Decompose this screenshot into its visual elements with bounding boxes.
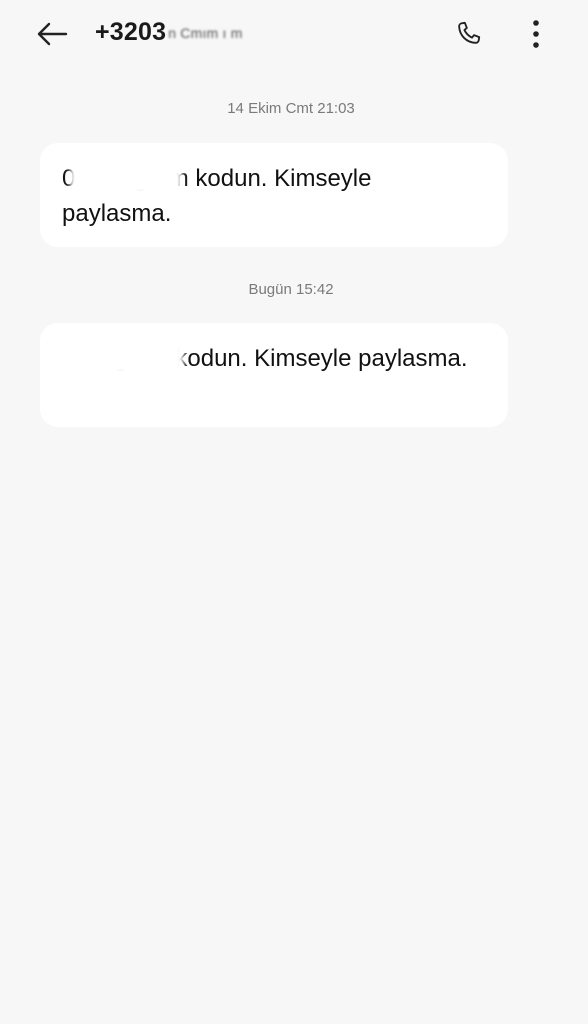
more-options-button[interactable] [514, 14, 558, 58]
contact-number: +3203 [95, 18, 167, 46]
call-button[interactable] [446, 14, 490, 58]
top-app-bar: +3203 n Cmım ı m [0, 0, 588, 72]
more-vertical-icon [531, 19, 541, 54]
message-text: Instagram kodun. Kimseyle paylasma. [52, 339, 486, 376]
conversation-screen: +3203 n Cmım ı m 14 Ekim Cmt 21:03 0 Inst… [0, 0, 588, 1024]
message-bubble[interactable]: Instagram kodun. Kimseyle paylasma. [40, 323, 508, 427]
redaction-mask [70, 161, 182, 195]
back-button[interactable] [30, 14, 74, 58]
message-timestamp: 14 Ekim Cmt 21:03 [227, 100, 355, 117]
message-timestamp: Bugün 15:42 [248, 281, 334, 298]
message-bubble[interactable]: 0 Instagram kodun. Kimseyle paylasma. [40, 143, 508, 247]
message-text: 0 Instagram kodun. Kimseyle paylasma. [62, 161, 486, 231]
contact-name-obscured: n Cmım ı m [168, 25, 243, 42]
contact-title: +3203 n Cmım ı m [95, 18, 243, 47]
arrow-left-icon [36, 22, 68, 51]
redaction-mask [52, 339, 184, 375]
phone-icon [454, 20, 482, 53]
